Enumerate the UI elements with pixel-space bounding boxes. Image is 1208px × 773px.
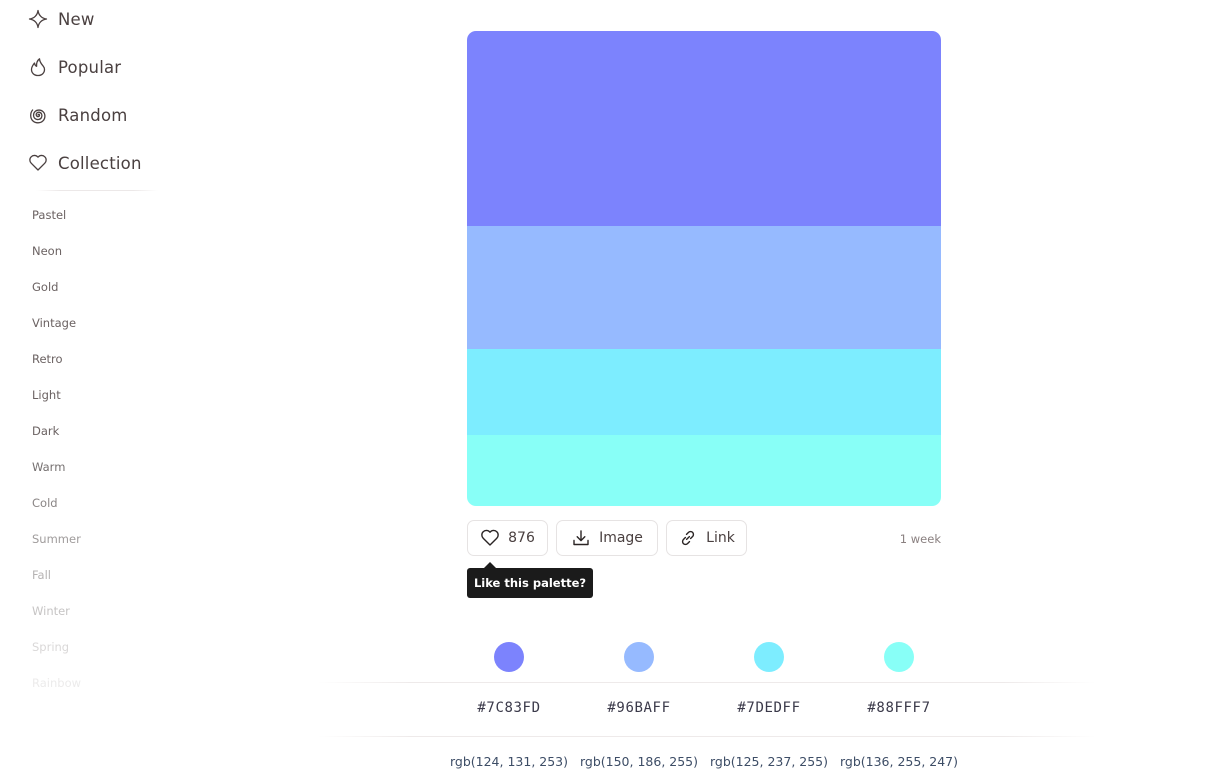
spiral-icon	[28, 105, 48, 125]
tag-fall[interactable]: Fall	[32, 568, 51, 582]
tag-dark[interactable]: Dark	[32, 424, 59, 438]
nav-item-collection[interactable]: Collection	[28, 149, 142, 177]
palette-age: 1 week	[899, 532, 941, 546]
tag-winter[interactable]: Winter	[32, 604, 70, 618]
color-dot-2[interactable]	[624, 642, 654, 672]
divider-top	[318, 682, 1096, 683]
hex-code-2[interactable]: #96BAFF	[569, 700, 709, 716]
palette-swatch-3[interactable]	[467, 349, 941, 435]
nav-item-popular[interactable]: Popular	[28, 53, 121, 81]
palette-swatch-4[interactable]	[467, 435, 941, 506]
tag-neon[interactable]: Neon	[32, 244, 62, 258]
hex-code-1[interactable]: #7C83FD	[439, 700, 579, 716]
nav-item-random[interactable]: Random	[28, 101, 128, 129]
tag-rainbow[interactable]: Rainbow	[32, 676, 81, 690]
download-image-button[interactable]: Image	[556, 520, 658, 556]
tag-summer[interactable]: Summer	[32, 532, 81, 546]
color-dot-4[interactable]	[884, 642, 914, 672]
tag-retro[interactable]: Retro	[32, 352, 63, 366]
rgb-code-3[interactable]: rgb(125, 237, 255)	[699, 754, 839, 769]
tag-cold[interactable]: Cold	[32, 496, 58, 510]
heart-icon	[28, 153, 48, 173]
link-button-label: Link	[706, 530, 735, 546]
nav-label-collection: Collection	[58, 153, 142, 173]
like-button[interactable]: 876	[467, 520, 548, 556]
tooltip-text: Like this palette?	[473, 576, 587, 590]
sidebar-divider	[36, 190, 158, 191]
sidebar: New Popular Random Collection Pastel Neo…	[0, 0, 200, 773]
like-tooltip: Like this palette?	[467, 562, 593, 598]
divider-bottom	[318, 736, 1096, 737]
tag-vintage[interactable]: Vintage	[32, 316, 76, 330]
color-dot-3[interactable]	[754, 642, 784, 672]
palette-swatch-1[interactable]	[467, 31, 941, 226]
image-button-label: Image	[599, 530, 643, 546]
like-count: 876	[508, 530, 535, 546]
tag-spring[interactable]: Spring	[32, 640, 69, 654]
rgb-code-2[interactable]: rgb(150, 186, 255)	[569, 754, 709, 769]
nav-label-popular: Popular	[58, 57, 122, 77]
copy-link-button[interactable]: Link	[666, 520, 747, 556]
hex-code-3[interactable]: #7DEDFF	[699, 700, 839, 716]
flame-icon	[28, 57, 48, 77]
tag-warm[interactable]: Warm	[32, 460, 65, 474]
rgb-code-1[interactable]: rgb(124, 131, 253)	[439, 754, 579, 769]
palette-card[interactable]	[467, 31, 941, 506]
tag-gold[interactable]: Gold	[32, 280, 58, 294]
heart-icon	[480, 528, 500, 548]
color-dot-1[interactable]	[494, 642, 524, 672]
nav-label-new: New	[58, 9, 95, 29]
tag-light[interactable]: Light	[32, 388, 61, 402]
nav-item-new[interactable]: New	[28, 5, 95, 33]
nav-label-random: Random	[58, 105, 128, 125]
link-icon	[678, 528, 698, 548]
sparkle-icon	[28, 9, 48, 29]
tag-pastel[interactable]: Pastel	[32, 208, 66, 222]
hex-code-4[interactable]: #88FFF7	[829, 700, 969, 716]
palette-swatch-2[interactable]	[467, 226, 941, 349]
download-icon	[571, 528, 591, 548]
rgb-code-4[interactable]: rgb(136, 255, 247)	[829, 754, 969, 769]
